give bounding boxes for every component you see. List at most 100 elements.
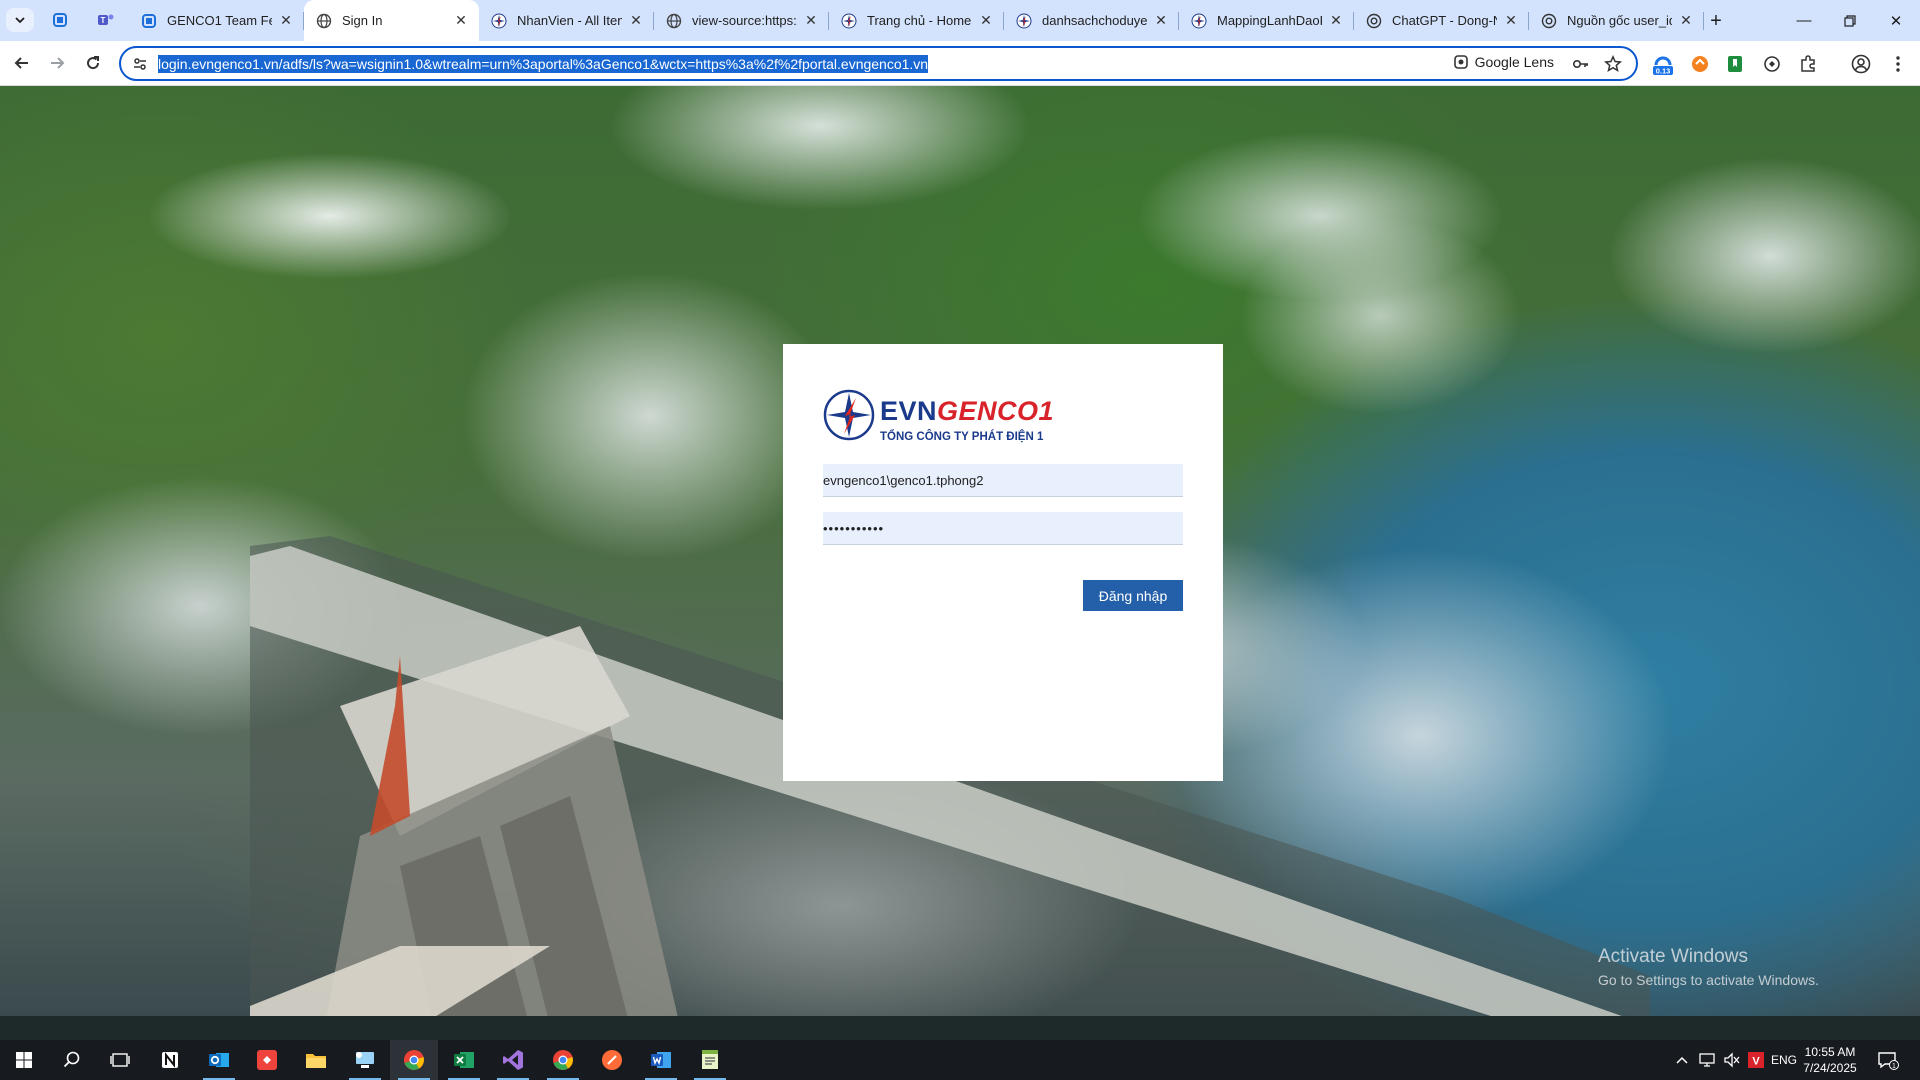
browser-tab[interactable]: Sign In ✕ bbox=[304, 0, 479, 41]
taskbar-notion[interactable] bbox=[146, 1040, 194, 1080]
network-button[interactable] bbox=[1696, 1040, 1718, 1080]
pinned-tab-teams[interactable]: T bbox=[92, 8, 120, 32]
show-hidden-icons-button[interactable] bbox=[1672, 1040, 1692, 1080]
password-key-button[interactable] bbox=[1571, 54, 1591, 74]
clock-date: 7/24/2025 bbox=[1803, 1061, 1857, 1075]
taskbar-postman[interactable] bbox=[588, 1040, 636, 1080]
notification-center-button[interactable]: 1 bbox=[1868, 1040, 1908, 1080]
taskbar-anydesk[interactable] bbox=[243, 1040, 291, 1080]
clock-time: 10:55 AM bbox=[1804, 1045, 1856, 1059]
browser-menu-button[interactable] bbox=[1886, 52, 1910, 76]
network-icon bbox=[1699, 1053, 1715, 1067]
visual-studio-icon bbox=[503, 1050, 523, 1070]
username-field[interactable]: evngenco1\genco1.tphong2 bbox=[823, 464, 1183, 497]
search-icon bbox=[63, 1051, 80, 1068]
taskbar-file-explorer[interactable] bbox=[292, 1040, 340, 1080]
tab-title: Nguồn gốc user_id bbox=[1567, 13, 1672, 28]
chevron-down-icon bbox=[15, 17, 25, 24]
browser-tab[interactable]: Nguồn gốc user_id ✕ bbox=[1529, 0, 1704, 41]
key-icon bbox=[1572, 60, 1588, 69]
brand-evn: EVN bbox=[880, 396, 938, 426]
taskbar-notepad[interactable] bbox=[686, 1040, 734, 1080]
browser-tab[interactable]: GENCO1 Team Feat ✕ bbox=[129, 0, 304, 41]
extensions-button[interactable] bbox=[1796, 52, 1820, 76]
evn-icon bbox=[1191, 13, 1207, 29]
taskbar-word[interactable] bbox=[637, 1040, 685, 1080]
chrome-profile-icon bbox=[553, 1050, 573, 1070]
reload-button[interactable] bbox=[79, 49, 107, 77]
login-card: EVNGENCO1 TỔNG CÔNG TY PHÁT ĐIỆN 1 evnge… bbox=[783, 344, 1223, 781]
evn-icon bbox=[1016, 13, 1032, 29]
tab-close-icon[interactable]: ✕ bbox=[978, 12, 994, 29]
tab-close-icon[interactable]: ✕ bbox=[1328, 12, 1344, 29]
taskbar-outlook[interactable] bbox=[195, 1040, 243, 1080]
tab-close-icon[interactable]: ✕ bbox=[1153, 12, 1169, 29]
browser-tab[interactable]: ChatGPT - Dong-Ni ✕ bbox=[1354, 0, 1529, 41]
svg-text:T: T bbox=[101, 16, 106, 25]
bookmark-green-icon bbox=[1728, 56, 1742, 72]
tab-search-button[interactable] bbox=[6, 8, 34, 32]
google-lens-label: Google Lens bbox=[1474, 54, 1554, 70]
tab-title: MappingLanhDaoP bbox=[1217, 13, 1322, 28]
url-text[interactable]: login.evngenco1.vn/adfs/ls?wa=wsignin1.0… bbox=[158, 54, 929, 73]
unikey-icon: V bbox=[1748, 1052, 1764, 1068]
taskbar-excel[interactable] bbox=[440, 1040, 488, 1080]
bookmark-star-button[interactable] bbox=[1603, 54, 1623, 74]
brand-genco: GENCO1 bbox=[937, 396, 1055, 426]
site-info-button[interactable] bbox=[130, 54, 150, 74]
extension-bookmark[interactable] bbox=[1723, 52, 1747, 76]
browser-tab[interactable]: view-source:https:/ ✕ bbox=[654, 0, 829, 41]
taskbar-remote-app[interactable] bbox=[341, 1040, 389, 1080]
taskbar-chrome[interactable] bbox=[390, 1040, 438, 1080]
folder-icon bbox=[306, 1054, 326, 1068]
postman-icon bbox=[602, 1050, 622, 1070]
browser-tab[interactable]: danhsachchoduyet ✕ bbox=[1004, 0, 1179, 41]
restore-button[interactable] bbox=[1827, 0, 1873, 41]
profile-button[interactable] bbox=[1849, 52, 1873, 76]
tab-title: ChatGPT - Dong-Ni bbox=[1392, 13, 1497, 28]
browser-tab[interactable]: Trang chủ - Home ✕ bbox=[829, 0, 1004, 41]
chatgpt-icon bbox=[1366, 13, 1382, 29]
vietnamese-input-button[interactable]: V bbox=[1745, 1040, 1767, 1080]
tab-close-icon[interactable]: ✕ bbox=[278, 12, 294, 29]
clock[interactable]: 10:55 AM 7/24/2025 bbox=[1800, 1044, 1860, 1076]
start-button[interactable] bbox=[0, 1040, 48, 1080]
tab-close-icon[interactable]: ✕ bbox=[1503, 12, 1519, 29]
browser-tab[interactable]: MappingLanhDaoP ✕ bbox=[1179, 0, 1354, 41]
taskbar-visual-studio[interactable] bbox=[489, 1040, 537, 1080]
sharepoint-icon bbox=[141, 13, 157, 29]
task-view-icon bbox=[110, 1053, 130, 1067]
evn-icon bbox=[841, 13, 857, 29]
taskbar-chrome-2[interactable] bbox=[539, 1040, 587, 1080]
word-icon bbox=[651, 1052, 671, 1068]
notification-count: 1 bbox=[1892, 1063, 1896, 1070]
password-field[interactable]: ••••••••••• bbox=[823, 512, 1183, 545]
minimize-button[interactable]: — bbox=[1781, 0, 1827, 41]
tab-close-icon[interactable]: ✕ bbox=[1678, 12, 1694, 29]
tab-close-icon[interactable]: ✕ bbox=[803, 12, 819, 29]
address-bar[interactable]: login.evngenco1.vn/adfs/ls?wa=wsignin1.0… bbox=[119, 46, 1638, 81]
more-vertical-icon bbox=[1896, 56, 1900, 72]
volume-button[interactable] bbox=[1721, 1040, 1743, 1080]
chatgpt-icon bbox=[1541, 13, 1557, 29]
browser-tab[interactable]: NhanVien - All Item ✕ bbox=[479, 0, 654, 41]
close-icon: ✕ bbox=[1889, 12, 1903, 30]
search-button[interactable] bbox=[48, 1040, 96, 1080]
extension-badge: 0.13 bbox=[1656, 67, 1671, 76]
back-button[interactable] bbox=[8, 49, 36, 77]
excel-icon bbox=[454, 1052, 474, 1068]
new-tab-button[interactable]: + bbox=[1704, 9, 1728, 33]
close-window-button[interactable]: ✕ bbox=[1873, 0, 1919, 41]
forward-button[interactable] bbox=[43, 49, 71, 77]
tab-close-icon[interactable]: ✕ bbox=[628, 12, 644, 29]
pinned-tab-sharepoint[interactable] bbox=[46, 8, 74, 32]
language-indicator[interactable]: ENG bbox=[1769, 1040, 1799, 1080]
extension-orange[interactable] bbox=[1688, 52, 1712, 76]
task-view-button[interactable] bbox=[96, 1040, 144, 1080]
google-lens-button[interactable]: Google Lens bbox=[1453, 54, 1554, 70]
extension-meter[interactable]: 0.13 bbox=[1651, 52, 1675, 76]
tab-close-icon[interactable]: ✕ bbox=[453, 12, 469, 29]
browser-tab-strip: T GENCO1 Team Feat✕Sign In✕NhanVien - Al… bbox=[0, 0, 1920, 41]
sign-in-button[interactable]: Đăng nhập bbox=[1083, 580, 1183, 611]
extension-grammar[interactable] bbox=[1760, 52, 1784, 76]
